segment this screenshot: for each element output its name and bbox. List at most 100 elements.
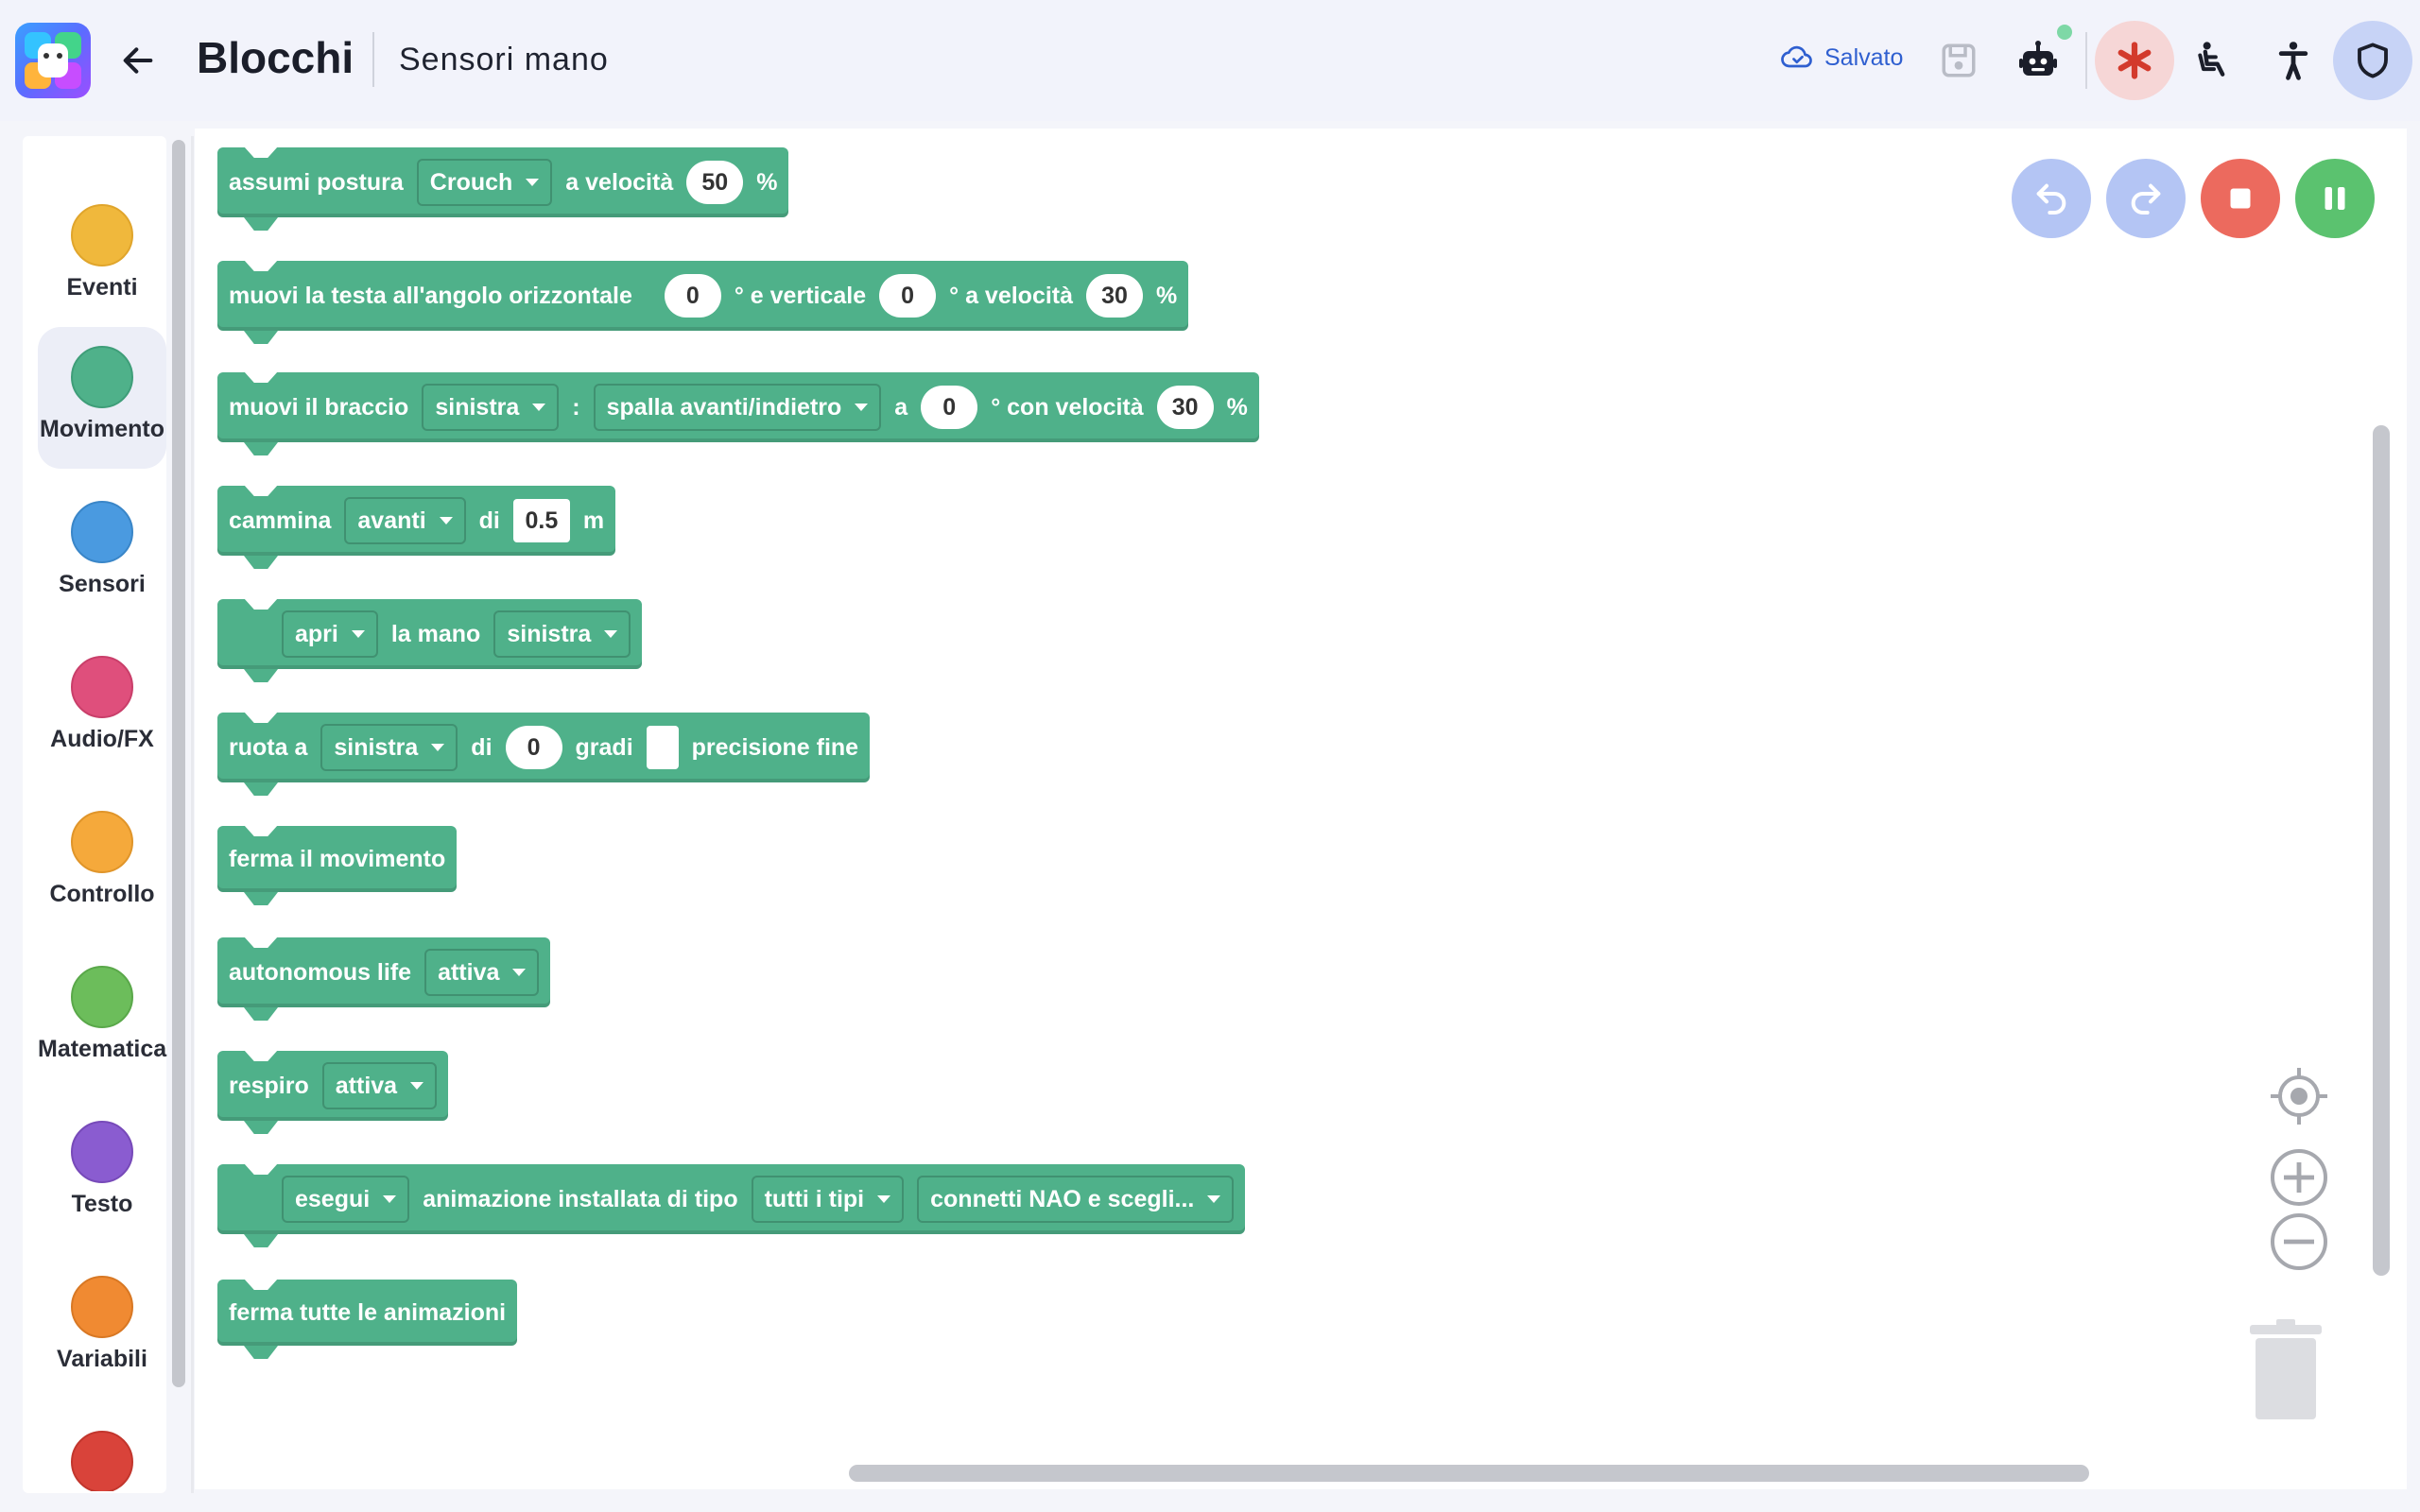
block-text: ° a velocità bbox=[949, 282, 1074, 309]
category-color-dot bbox=[71, 966, 133, 1028]
autonomous-life-dropdown[interactable]: attiva bbox=[424, 949, 540, 996]
block-walk[interactable]: cammina avanti di 0.5 m bbox=[217, 486, 616, 556]
speed-input[interactable]: 50 bbox=[686, 161, 744, 204]
save-button[interactable] bbox=[1919, 21, 1998, 100]
palette-scrollbar[interactable] bbox=[172, 140, 185, 1387]
speed-input[interactable]: 30 bbox=[1156, 386, 1214, 429]
floppy-disk-icon bbox=[1942, 43, 1976, 77]
dropdown-value: connetti NAO e scegli... bbox=[930, 1185, 1195, 1212]
category-controllo[interactable]: Controllo bbox=[38, 792, 166, 934]
block-text: gradi bbox=[575, 733, 633, 761]
recenter-button[interactable] bbox=[2267, 1064, 2331, 1128]
redo-button[interactable] bbox=[2106, 159, 2186, 238]
zoom-out-button[interactable] bbox=[2267, 1210, 2331, 1274]
block-move-head[interactable]: muovi la testa all'angolo orizzontale 0 … bbox=[217, 261, 1189, 331]
animation-choice-dropdown[interactable]: connetti NAO e scegli... bbox=[917, 1176, 1235, 1223]
stop-button[interactable] bbox=[2201, 159, 2280, 238]
category-label: Eventi bbox=[66, 274, 138, 301]
stop-icon bbox=[2230, 188, 2251, 209]
block-rotate[interactable]: ruota a sinistra di 0 gradi precisione f… bbox=[217, 713, 871, 782]
block-breathing[interactable]: respiro attiva bbox=[217, 1051, 449, 1121]
vertical-angle-input[interactable]: 0 bbox=[879, 274, 937, 318]
category-eventi[interactable]: Eventi bbox=[38, 185, 166, 327]
undo-icon bbox=[2036, 183, 2066, 215]
block-text: precisione fine bbox=[691, 733, 859, 761]
caret-down-icon bbox=[855, 404, 869, 411]
block-run-animation[interactable]: esegui animazione installata di tipo tut… bbox=[217, 1164, 1246, 1234]
emergency-button[interactable] bbox=[2095, 21, 2174, 100]
arm-side-dropdown[interactable]: sinistra bbox=[422, 384, 560, 431]
block-text: ruota a bbox=[229, 733, 308, 761]
category-sensori[interactable]: Sensori bbox=[38, 482, 166, 624]
category-color-dot bbox=[71, 346, 133, 408]
zoom-in-button[interactable] bbox=[2267, 1145, 2331, 1210]
caret-down-icon bbox=[877, 1195, 891, 1203]
category-label: Audio/FX bbox=[50, 726, 154, 752]
back-button[interactable] bbox=[112, 34, 164, 87]
block-hand[interactable]: apri la mano sinistra bbox=[217, 599, 643, 669]
hand-action-dropdown[interactable]: apri bbox=[282, 610, 378, 658]
category-testo[interactable]: Testo bbox=[38, 1102, 166, 1244]
direction-dropdown[interactable]: avanti bbox=[344, 497, 466, 544]
block-text: % bbox=[1156, 282, 1178, 309]
sit-posture-button[interactable] bbox=[2174, 21, 2254, 100]
rotate-side-dropdown[interactable]: sinistra bbox=[320, 724, 458, 771]
block-text: a bbox=[894, 393, 908, 421]
app-logo bbox=[15, 23, 91, 98]
block-move-arm[interactable]: muovi il braccio sinistra : spalla avant… bbox=[217, 372, 1259, 442]
blocks-workspace[interactable] bbox=[195, 129, 2407, 1489]
workspace-horizontal-scrollbar[interactable] bbox=[849, 1465, 2089, 1482]
saved-status: Salvato bbox=[1781, 43, 1903, 72]
distance-input[interactable]: 0.5 bbox=[512, 499, 570, 542]
title-divider bbox=[372, 32, 374, 87]
project-name[interactable]: Sensori mano bbox=[399, 42, 609, 78]
category-matematica[interactable]: Matematica bbox=[38, 947, 166, 1089]
block-text: assumi postura bbox=[229, 168, 404, 196]
breathing-dropdown[interactable]: attiva bbox=[321, 1062, 438, 1109]
palette-divider bbox=[191, 136, 194, 1493]
speed-input[interactable]: 30 bbox=[1086, 274, 1144, 318]
block-autonomous-life[interactable]: autonomous life attiva bbox=[217, 937, 551, 1007]
block-text: animazione installata di tipo bbox=[423, 1185, 738, 1212]
block-stop-animations[interactable]: ferma tutte le animazioni bbox=[217, 1280, 518, 1346]
dropdown-value: esegui bbox=[295, 1185, 371, 1212]
undo-button[interactable] bbox=[2012, 159, 2091, 238]
block-assume-posture[interactable]: assumi postura Crouch a velocità 50 % bbox=[217, 147, 789, 217]
category-color-dot bbox=[71, 811, 133, 873]
safety-shield-button[interactable] bbox=[2333, 21, 2412, 100]
hand-side-dropdown[interactable]: sinistra bbox=[493, 610, 631, 658]
animation-mode-dropdown[interactable]: esegui bbox=[282, 1176, 410, 1223]
degrees-input[interactable]: 0 bbox=[505, 726, 562, 769]
cloud-check-icon bbox=[1781, 45, 1812, 68]
caret-down-icon bbox=[526, 179, 540, 186]
horizontal-angle-input[interactable]: 0 bbox=[664, 274, 721, 318]
category-variabili[interactable]: Variabili bbox=[38, 1257, 166, 1399]
category-partial[interactable] bbox=[38, 1412, 166, 1491]
trash-can-icon[interactable] bbox=[2246, 1319, 2325, 1423]
caret-down-icon bbox=[1207, 1195, 1221, 1203]
page-title: Blocchi bbox=[197, 33, 354, 82]
category-audio-fx[interactable]: Audio/FX bbox=[38, 637, 166, 779]
redo-icon bbox=[2131, 183, 2161, 215]
block-text: ferma il movimento bbox=[229, 845, 446, 872]
animation-type-dropdown[interactable]: tutti i tipi bbox=[751, 1176, 905, 1223]
dropdown-value: avanti bbox=[357, 507, 426, 534]
block-text: : bbox=[572, 393, 580, 421]
pause-button[interactable] bbox=[2295, 159, 2375, 238]
saved-label: Salvato bbox=[1824, 43, 1904, 71]
stand-posture-button[interactable] bbox=[2254, 21, 2333, 100]
block-text: di bbox=[471, 733, 493, 761]
joint-dropdown[interactable]: spalla avanti/indietro bbox=[593, 384, 882, 431]
category-label: Movimento bbox=[40, 416, 164, 442]
posture-dropdown[interactable]: Crouch bbox=[416, 159, 553, 206]
angle-input[interactable]: 0 bbox=[921, 386, 978, 429]
block-stop-movement[interactable]: ferma il movimento bbox=[217, 826, 458, 892]
category-label: Controllo bbox=[49, 881, 155, 907]
fine-precision-checkbox[interactable] bbox=[646, 726, 679, 769]
category-color-dot bbox=[71, 501, 133, 563]
dropdown-value: sinistra bbox=[507, 620, 592, 647]
standing-person-icon bbox=[2278, 42, 2308, 80]
category-movimento[interactable]: Movimento bbox=[38, 327, 166, 469]
workspace-vertical-scrollbar[interactable] bbox=[2373, 425, 2390, 1276]
arrow-left-icon bbox=[123, 47, 153, 74]
